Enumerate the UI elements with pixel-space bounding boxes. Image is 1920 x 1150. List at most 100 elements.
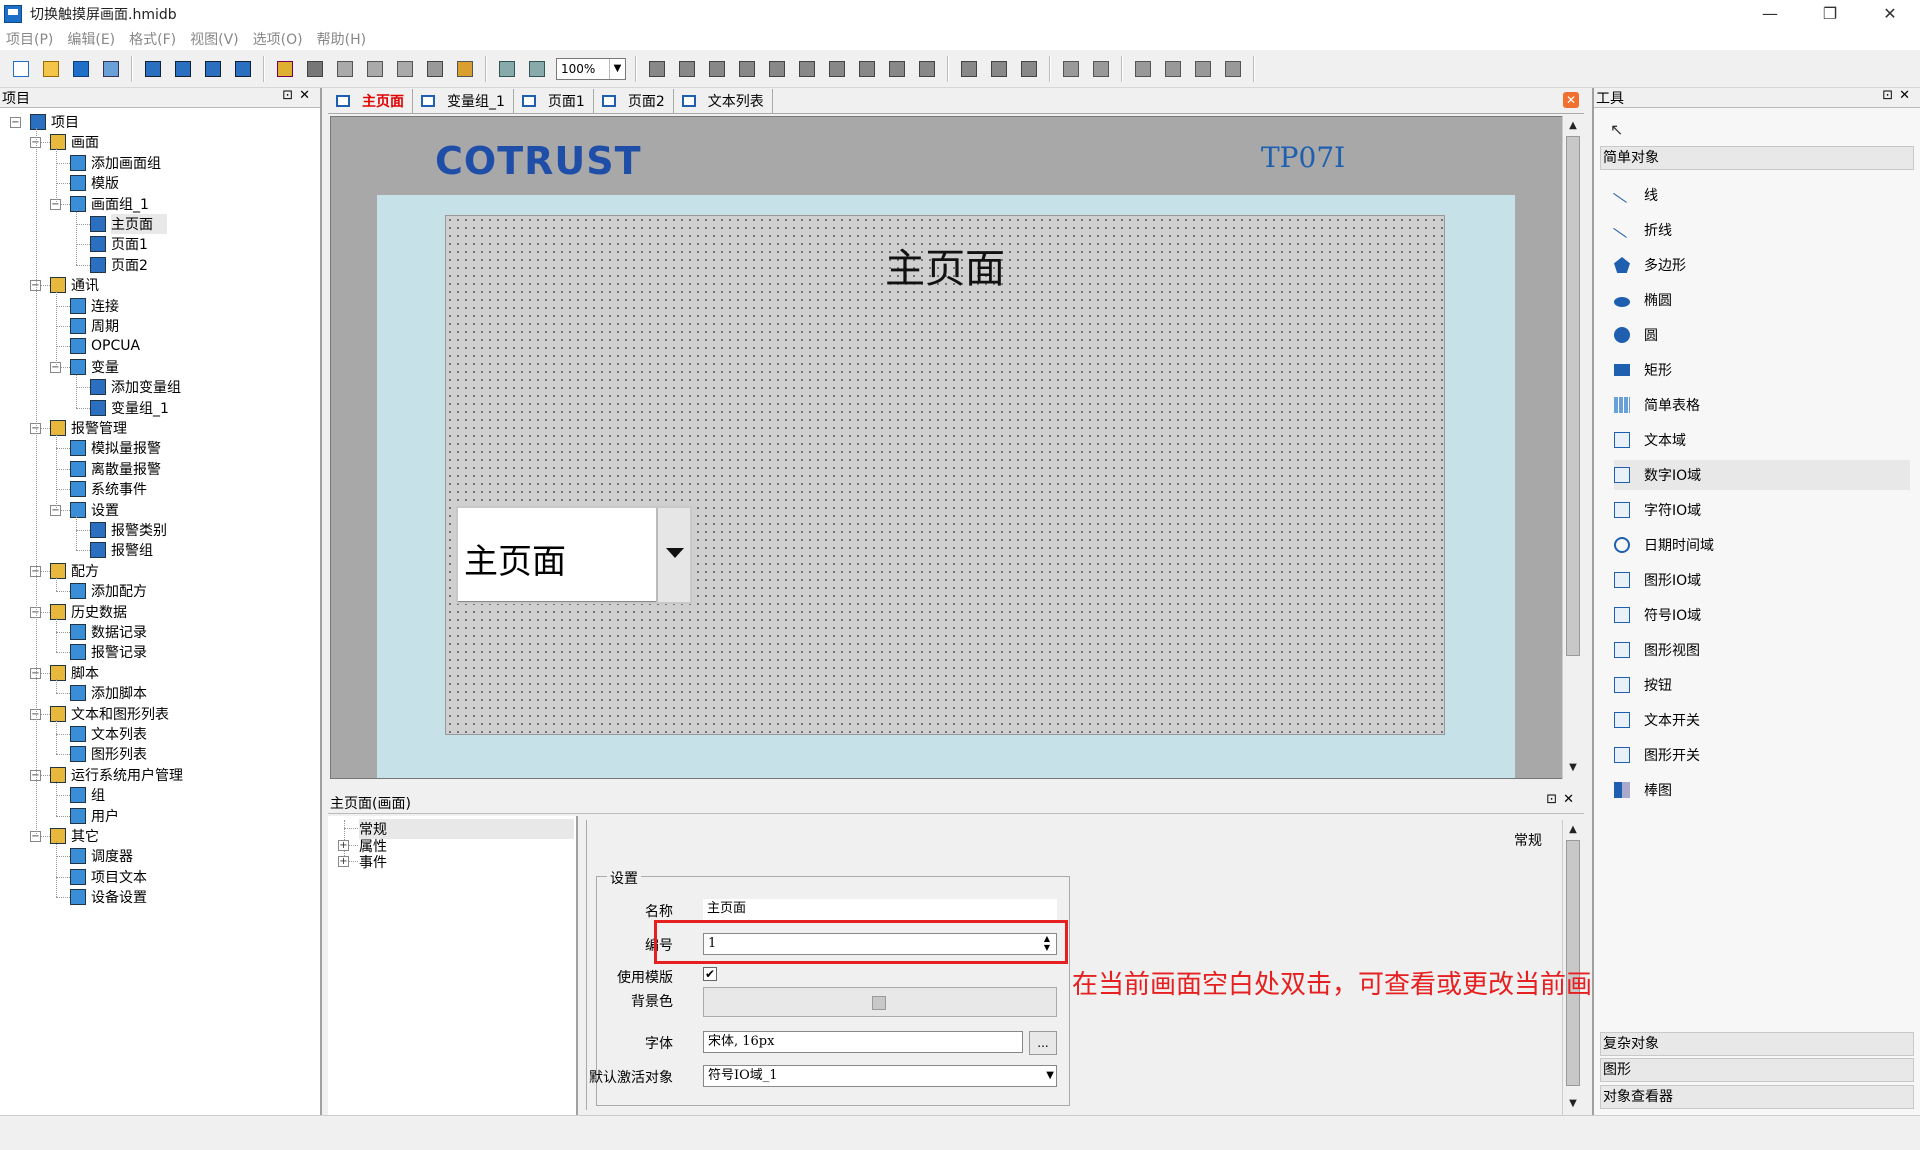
open-folder-icon[interactable]: [39, 57, 63, 81]
tool-item[interactable]: 按钮: [1614, 670, 1910, 700]
scroll-thumb[interactable]: [1566, 136, 1580, 656]
cut-icon[interactable]: [333, 57, 357, 81]
tree-item[interactable]: 项目文本: [70, 867, 147, 887]
menu-item-3[interactable]: 视图(V): [190, 29, 239, 49]
group-icon[interactable]: [987, 57, 1011, 81]
tree-item[interactable]: 主页面: [90, 214, 167, 234]
tree-item[interactable]: 文本和图形列表: [50, 704, 169, 724]
close-button[interactable]: ✕: [1860, 0, 1920, 28]
tool-item[interactable]: 数字IO域: [1614, 460, 1910, 490]
same-height-icon[interactable]: [855, 57, 879, 81]
menu-item-5[interactable]: 帮助(H): [317, 29, 366, 49]
bgcolor-picker[interactable]: [703, 987, 1057, 1017]
maximize-button[interactable]: ❐: [1800, 0, 1860, 28]
tree-item[interactable]: 系统事件: [70, 479, 147, 499]
bring-front-icon[interactable]: [1131, 57, 1155, 81]
tab-2[interactable]: 页面1: [514, 89, 594, 113]
find-icon[interactable]: [453, 57, 477, 81]
scroll-up-icon[interactable]: ▲: [1565, 118, 1581, 134]
nav-events[interactable]: 事件: [359, 852, 387, 872]
scroll-down-icon[interactable]: ▼: [1565, 760, 1581, 776]
tree-item[interactable]: 添加脚本: [70, 683, 147, 703]
tool-item[interactable]: 简单表格: [1614, 390, 1910, 420]
save-icon[interactable]: [69, 57, 93, 81]
close-tab-icon[interactable]: ✕: [1563, 92, 1579, 108]
tab-0[interactable]: 主页面: [328, 89, 413, 113]
download-icon[interactable]: [171, 57, 195, 81]
page-grid[interactable]: 主页面 主页面: [445, 215, 1445, 735]
zoom-select[interactable]: 100% ▼: [556, 57, 626, 80]
delete-icon[interactable]: [423, 57, 447, 81]
tool-item[interactable]: 符号IO域: [1614, 600, 1910, 630]
undo-icon[interactable]: [303, 57, 327, 81]
tool-item[interactable]: 线: [1613, 180, 1910, 210]
tab-1[interactable]: 变量组_1: [413, 89, 514, 113]
tree-item[interactable]: 页面2: [90, 255, 148, 275]
menu-item-1[interactable]: 编辑(E): [67, 29, 115, 49]
tool-item[interactable]: 椭圆: [1614, 285, 1910, 315]
align-top-icon[interactable]: [735, 57, 759, 81]
tree-item[interactable]: 报警类别: [90, 520, 167, 540]
tree-item[interactable]: 脚本: [50, 663, 99, 683]
align-left-icon[interactable]: [645, 57, 669, 81]
tree-item[interactable]: OPCUA: [70, 336, 140, 356]
align-bottom-icon[interactable]: [795, 57, 819, 81]
complex-objects-section[interactable]: 复杂对象: [1600, 1032, 1914, 1056]
tree-item[interactable]: 配方: [50, 561, 99, 581]
tree-item[interactable]: 添加画面组: [70, 153, 161, 173]
ungroup-icon[interactable]: [1017, 57, 1041, 81]
tool-item[interactable]: 棒图: [1614, 775, 1910, 805]
select-arrow-icon[interactable]: ▼: [1046, 1066, 1054, 1086]
tree-item[interactable]: 周期: [70, 316, 119, 336]
send-back-icon[interactable]: [1161, 57, 1185, 81]
copy-icon[interactable]: [363, 57, 387, 81]
nav-general[interactable]: 常规: [359, 819, 574, 839]
tree-item[interactable]: 模版: [70, 173, 119, 193]
menu-item-2[interactable]: 格式(F): [129, 29, 176, 49]
paste-icon[interactable]: [393, 57, 417, 81]
tool-item[interactable]: 字符IO域: [1614, 495, 1910, 525]
pointer-tool-icon[interactable]: ↖: [1610, 120, 1623, 139]
tree-item[interactable]: 变量组_1: [90, 398, 169, 418]
tree-item[interactable]: 画面: [50, 132, 99, 152]
tree-item[interactable]: 历史数据: [50, 602, 127, 622]
tree-item[interactable]: 连接: [70, 296, 119, 316]
print-icon[interactable]: [99, 57, 123, 81]
rotate-icon[interactable]: [957, 57, 981, 81]
transfer-icon[interactable]: [231, 57, 255, 81]
use-template-checkbox[interactable]: ✔: [703, 967, 717, 981]
prop-scroll-thumb[interactable]: [1566, 840, 1580, 1086]
tool-item[interactable]: 图形视图: [1614, 635, 1910, 665]
tree-item[interactable]: 设置: [70, 500, 119, 520]
tree-item[interactable]: 添加配方: [70, 581, 147, 601]
object-inspector-section[interactable]: 对象查看器: [1600, 1085, 1914, 1109]
lock-icon[interactable]: [1059, 57, 1083, 81]
tree-item[interactable]: 报警记录: [70, 642, 147, 662]
name-field[interactable]: 主页面: [703, 899, 1057, 921]
tree-item[interactable]: 其它: [50, 826, 99, 846]
forward-icon[interactable]: [1191, 57, 1215, 81]
menu-item-0[interactable]: 项目(P): [6, 29, 53, 49]
graphics-section[interactable]: 图形: [1600, 1058, 1914, 1082]
tree-item[interactable]: 图形列表: [70, 744, 147, 764]
tree-item[interactable]: 项目: [30, 112, 79, 132]
align-center-icon[interactable]: [675, 57, 699, 81]
tree-item[interactable]: 报警管理: [50, 418, 127, 438]
font-browse-button[interactable]: ...: [1029, 1031, 1057, 1055]
tools-panel-buttons[interactable]: ⊡✕: [1882, 88, 1916, 103]
project-panel-buttons[interactable]: ⊡✕: [282, 88, 316, 103]
tree-item[interactable]: 运行系统用户管理: [50, 765, 183, 785]
prop-scroll-down-icon[interactable]: ▼: [1565, 1096, 1581, 1112]
tab-3[interactable]: 页面2: [594, 89, 674, 113]
tool-item[interactable]: 矩形: [1614, 355, 1910, 385]
tool-item[interactable]: 图形IO域: [1614, 565, 1910, 595]
tree-item[interactable]: 变量: [70, 357, 119, 377]
screen-select-combobox[interactable]: 主页面: [456, 506, 692, 604]
expand-properties-icon[interactable]: +: [338, 840, 349, 851]
compile-icon[interactable]: [141, 57, 165, 81]
unlock-icon[interactable]: [1089, 57, 1113, 81]
align-right-icon[interactable]: [705, 57, 729, 81]
tree-item[interactable]: 通讯: [50, 275, 99, 295]
combobox-dropdown-icon[interactable]: [656, 508, 690, 602]
tool-item[interactable]: 文本域: [1614, 425, 1910, 455]
